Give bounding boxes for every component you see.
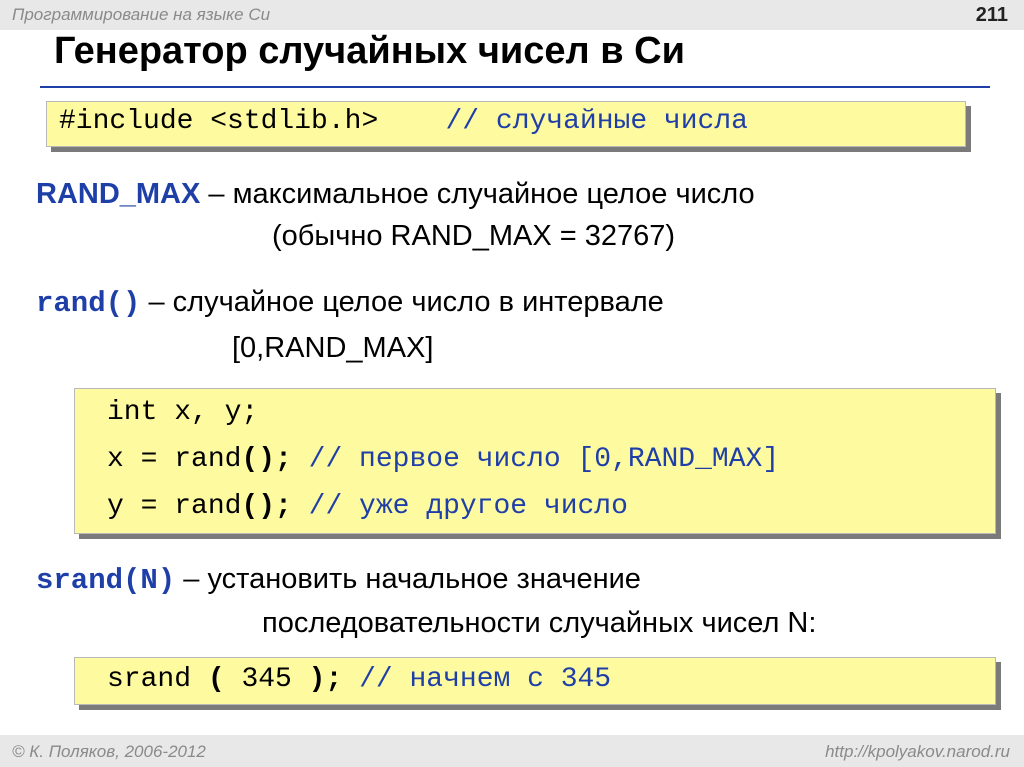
code-line-2: x = rand(); // первое число [0,RAND_MAX] xyxy=(107,444,780,475)
footer-bar: © К. Поляков, 2006-2012 http://kpolyakov… xyxy=(0,735,1024,767)
code-line-1: int x, y; xyxy=(107,397,259,428)
copyright: © К. Поляков, 2006-2012 xyxy=(12,742,206,761)
srand-comment: // начнем с 345 xyxy=(342,664,612,695)
course-title: Программирование на языке Си xyxy=(12,5,271,24)
include-code-box: #include <stdlib.h> // случайные числа xyxy=(46,101,966,147)
rand-max-desc: – максимальное случайное целое число xyxy=(200,178,755,210)
title-underline xyxy=(40,86,990,88)
code-line-3: y = rand(); // уже другое число xyxy=(107,491,628,522)
rand-max-line: RAND_MAX – максимальное случайное целое … xyxy=(36,178,755,211)
include-directive: #include <stdlib.h> xyxy=(59,106,379,137)
rand-line: rand() – случайное целое число в интерва… xyxy=(36,286,664,320)
site-url-link[interactable]: http://kpolyakov.narod.ru xyxy=(825,742,1010,762)
code-line-3-comment: // уже другое число xyxy=(291,491,628,522)
srand-desc2: последовательности случайных чисел N: xyxy=(262,607,817,639)
rand-code-box: int x, y; x = rand(); // первое число [0… xyxy=(74,388,996,534)
code-line-2-comment: // первое число [0,RAND_MAX] xyxy=(291,444,780,475)
rand-desc: – случайное целое число в интервале xyxy=(140,286,664,318)
srand-line: srand(N) – установить начальное значение xyxy=(36,563,641,597)
rand-max-desc2: (обычно RAND_MAX = 32767) xyxy=(272,220,676,252)
include-comment: // случайные числа xyxy=(445,106,748,137)
slide-number: 211 xyxy=(975,4,1008,26)
srand-desc: – установить начальное значение xyxy=(175,563,641,595)
slide-title: Генератор случайных чисел в Си xyxy=(54,30,685,72)
rand-desc2: [0,RAND_MAX] xyxy=(232,332,434,364)
header-bar: Программирование на языке Си 211 xyxy=(0,0,1024,30)
rand-term: rand() xyxy=(36,287,141,320)
include-code-line: #include <stdlib.h> // случайные числа xyxy=(59,106,748,137)
srand-code-box: srand ( 345 ); // начнем с 345 xyxy=(74,657,996,705)
srand-code-line: srand ( 345 ); // начнем с 345 xyxy=(107,664,612,695)
rand-max-term: RAND_MAX xyxy=(36,178,201,210)
srand-term: srand(N) xyxy=(36,564,176,597)
